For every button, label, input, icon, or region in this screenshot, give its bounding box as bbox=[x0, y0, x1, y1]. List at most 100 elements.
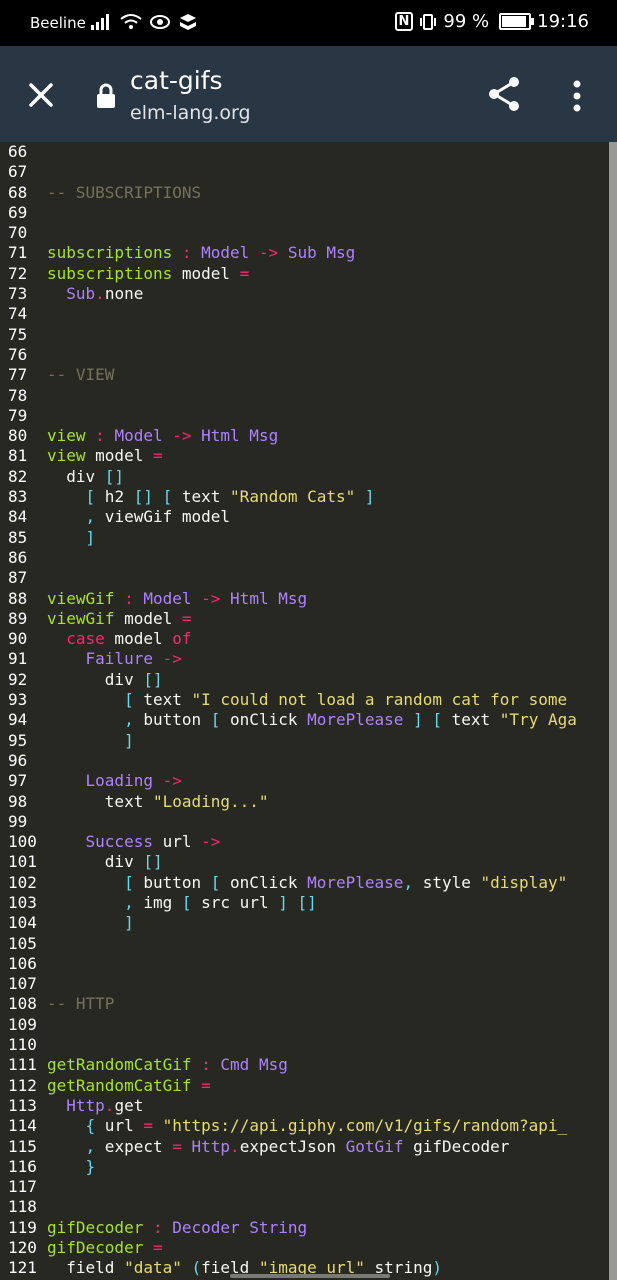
line-number: 75 bbox=[8, 324, 28, 344]
code-token: = bbox=[239, 263, 250, 283]
code-token: Loading bbox=[85, 771, 153, 791]
line-number: 74 bbox=[8, 304, 28, 324]
code-token: [ bbox=[210, 872, 221, 892]
line-number: 118 bbox=[8, 1197, 37, 1217]
code-token: field bbox=[47, 1258, 125, 1278]
more-options-icon[interactable] bbox=[564, 76, 590, 116]
code-token: Success bbox=[85, 832, 153, 852]
code-text: viewGif : Model -> Html Msg bbox=[47, 589, 307, 609]
code-token: "display" bbox=[480, 872, 568, 892]
code-line: 115 , expect = Http.expectJson GotGif gi… bbox=[0, 1137, 609, 1157]
code-text: Sub.none bbox=[47, 284, 143, 304]
code-text: viewGif model = bbox=[47, 609, 192, 629]
code-line: 112 getRandomCatGif = bbox=[0, 1076, 609, 1096]
vertical-scrollbar[interactable] bbox=[609, 142, 617, 1280]
wifi-icon bbox=[120, 14, 142, 29]
line-number: 82 bbox=[8, 466, 28, 486]
code-text: div [] bbox=[47, 852, 163, 872]
code-line: 87 bbox=[0, 568, 609, 588]
code-token: model bbox=[85, 446, 153, 466]
code-token: [ bbox=[432, 710, 442, 730]
code-token: url bbox=[152, 832, 202, 852]
close-icon[interactable] bbox=[22, 76, 60, 114]
code-token: div bbox=[47, 669, 144, 689]
code-line: 86 bbox=[0, 548, 609, 568]
code-line: 102 [ button [ onClick MorePlease, style… bbox=[0, 873, 609, 893]
line-number: 76 bbox=[8, 344, 28, 364]
code-token: "data" bbox=[124, 1258, 182, 1278]
code-text: ] bbox=[47, 913, 134, 933]
code-token: [] bbox=[143, 669, 163, 689]
line-number: 81 bbox=[8, 446, 28, 466]
code-line: 117 bbox=[0, 1177, 609, 1197]
code-token: ] bbox=[364, 487, 375, 507]
code-text: , img [ src url ] [] bbox=[47, 893, 317, 913]
code-token: [] bbox=[133, 487, 153, 507]
code-editor[interactable]: 66 67 68 -- SUBSCRIPTIONS 69 70 71 subscription… bbox=[0, 142, 609, 1280]
line-number: 117 bbox=[8, 1177, 37, 1197]
share-icon[interactable] bbox=[484, 74, 524, 114]
page-title: cat-gifs bbox=[130, 66, 223, 95]
code-token: Model bbox=[114, 426, 163, 446]
code-line: 91 Failure -> bbox=[0, 649, 609, 669]
code-token: Decoder String bbox=[172, 1217, 308, 1237]
line-number: 86 bbox=[8, 547, 28, 567]
code-token: ] bbox=[124, 730, 134, 750]
lock-icon bbox=[97, 83, 115, 108]
code-text: div [] bbox=[47, 467, 124, 487]
code-token: Failure bbox=[85, 649, 153, 669]
code-token: getRandomCatGif bbox=[47, 1075, 192, 1095]
horizontal-scrollbar[interactable] bbox=[230, 1274, 390, 1278]
code-token: Cmd Msg bbox=[220, 1055, 288, 1075]
code-line: 118 bbox=[0, 1197, 609, 1217]
code-token: : bbox=[114, 588, 144, 608]
line-number: 69 bbox=[8, 202, 28, 222]
code-line: 79 bbox=[0, 406, 609, 426]
line-number: 109 bbox=[8, 1014, 37, 1034]
code-token: : bbox=[85, 426, 115, 446]
line-number: 88 bbox=[8, 588, 28, 608]
code-token: ( bbox=[191, 1258, 202, 1278]
line-number: 92 bbox=[8, 669, 28, 689]
code-token: case bbox=[66, 629, 105, 649]
code-token: text bbox=[442, 710, 500, 730]
code-token: -> bbox=[152, 649, 182, 669]
line-number: 91 bbox=[8, 649, 28, 669]
code-token: -- SUBSCRIPTIONS bbox=[47, 182, 202, 202]
line-number: 90 bbox=[8, 629, 28, 649]
code-text: , viewGif model bbox=[47, 507, 231, 527]
code-token: Sub Msg bbox=[287, 243, 356, 263]
code-text: -- VIEW bbox=[47, 365, 114, 385]
clock: 19:16 bbox=[537, 11, 589, 32]
code-line: 93 [ text "I could not load a random cat… bbox=[0, 690, 609, 710]
code-token: "Random Cats" bbox=[230, 487, 356, 507]
line-number: 87 bbox=[8, 568, 28, 588]
line-number: 107 bbox=[8, 974, 37, 994]
code-text: Loading -> bbox=[47, 771, 182, 791]
code-text: subscriptions model = bbox=[47, 264, 249, 284]
code-line: 111 getRandomCatGif : Cmd Msg bbox=[0, 1055, 609, 1075]
code-text: view model = bbox=[47, 446, 163, 466]
code-token: . bbox=[230, 1136, 240, 1156]
line-number: 89 bbox=[8, 608, 28, 628]
code-token: div bbox=[47, 466, 105, 486]
line-number: 79 bbox=[8, 405, 28, 425]
code-token: viewGif model bbox=[95, 507, 231, 527]
scrollbar-thumb[interactable] bbox=[609, 142, 617, 1280]
code-token: src url bbox=[191, 892, 279, 912]
code-token: [ bbox=[124, 690, 134, 710]
code-token: , bbox=[124, 892, 134, 912]
code-line: 95 ] bbox=[0, 731, 609, 751]
page-url[interactable]: elm-lang.org bbox=[130, 102, 251, 124]
code-line: 84 , viewGif model bbox=[0, 507, 609, 527]
code-text: case model of bbox=[47, 629, 191, 649]
code-token: subscriptions bbox=[47, 263, 173, 283]
code-text: -- SUBSCRIPTIONS bbox=[47, 183, 201, 203]
code-line: 66 bbox=[0, 142, 609, 162]
code-line: 71 subscriptions : Model -> Sub Msg bbox=[0, 243, 609, 263]
